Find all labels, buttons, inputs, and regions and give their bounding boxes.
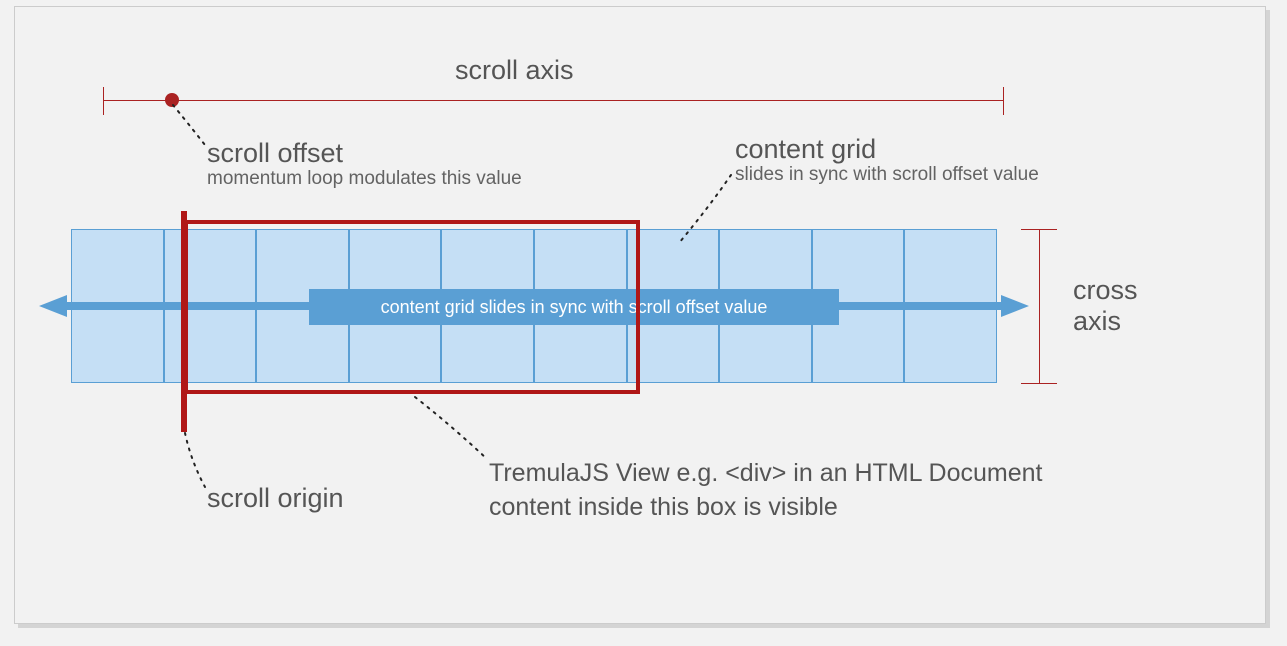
scroll-axis-tick-right — [1003, 87, 1004, 115]
scroll-origin-bar — [181, 211, 187, 432]
scroll-offset-title: scroll offset — [207, 139, 522, 167]
content-grid-title: content grid — [735, 135, 1039, 163]
scroll-offset-dot — [165, 93, 179, 107]
cross-axis-label: cross axis — [1073, 275, 1138, 337]
scroll-axis-label: scroll axis — [455, 55, 574, 86]
diagram-frame: scroll axis scroll offset momentum loop … — [0, 0, 1287, 646]
cross-axis-label-line2: axis — [1073, 306, 1138, 337]
cross-axis-label-line1: cross — [1073, 275, 1138, 306]
cross-axis-bracket-top — [1021, 229, 1057, 230]
cross-axis-bracket-vertical — [1039, 229, 1040, 383]
cross-axis-bracket-bottom — [1021, 383, 1057, 384]
scroll-offset-subtitle: momentum loop modulates this value — [207, 169, 522, 190]
grid-cell — [71, 306, 164, 383]
view-description: TremulaJS View e.g. <div> in an HTML Doc… — [489, 457, 1042, 525]
scroll-axis-line — [103, 100, 1003, 101]
diagram-panel: scroll axis scroll offset momentum loop … — [14, 6, 1266, 624]
scroll-offset-label-block: scroll offset momentum loop modulates th… — [207, 139, 522, 190]
content-grid-label-block: content grid slides in sync with scroll … — [735, 135, 1039, 186]
view-description-line1: TremulaJS View e.g. <div> in an HTML Doc… — [489, 457, 1042, 491]
view-description-line2: content inside this box is visible — [489, 491, 1042, 525]
tremula-view-box — [184, 220, 640, 394]
grid-cell — [904, 306, 997, 383]
scroll-origin-label: scroll origin — [207, 483, 344, 514]
content-grid-subtitle: slides in sync with scroll offset value — [735, 165, 1039, 186]
scroll-axis-tick-left — [103, 87, 104, 115]
